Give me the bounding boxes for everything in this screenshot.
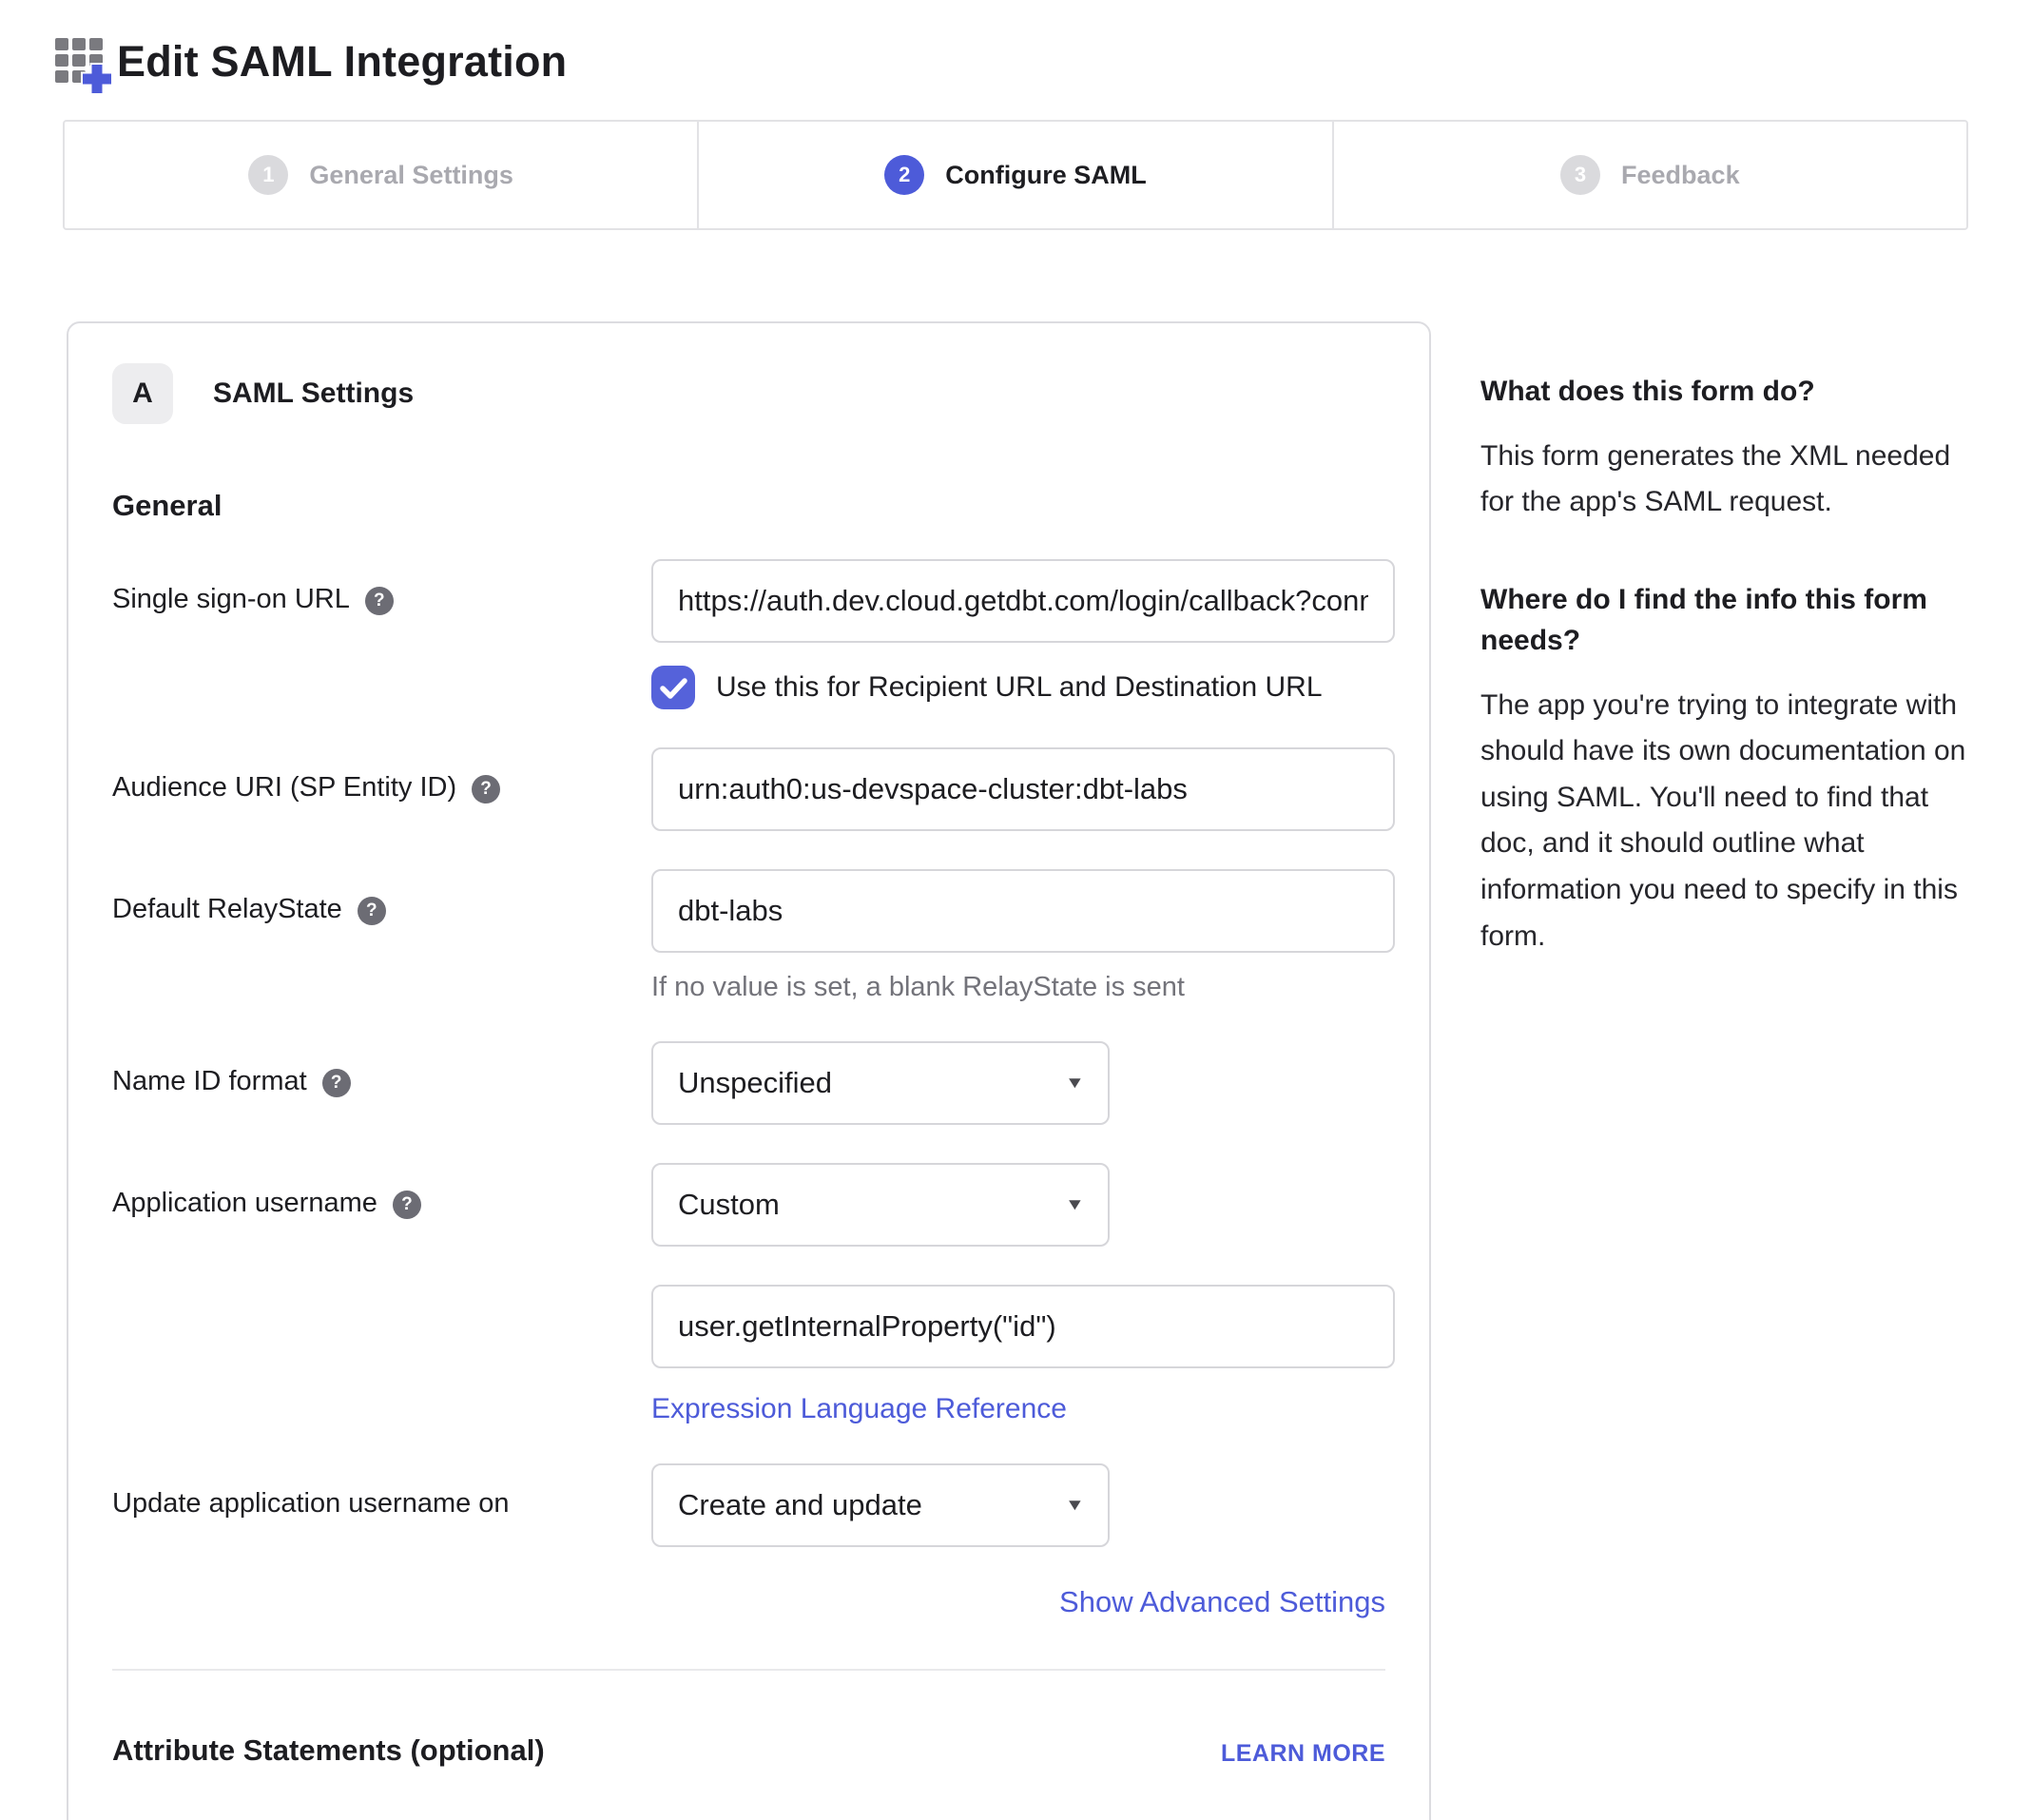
help-heading-1: What does this form do?	[1480, 371, 1984, 413]
chevron-down-icon: ▼	[1065, 1195, 1085, 1214]
recipient-url-checkbox-label: Use this for Recipient URL and Destinati…	[716, 671, 1323, 704]
audience-uri-input[interactable]	[651, 747, 1395, 831]
help-body-2: The app you're trying to integrate with …	[1480, 683, 1984, 960]
sso-url-label: Single sign-on URL	[112, 584, 350, 615]
sso-url-label-wrap: Single sign-on URL ?	[112, 559, 651, 709]
update-app-username-value: Create and update	[678, 1488, 922, 1522]
app-username-select[interactable]: Custom ▼	[651, 1163, 1110, 1247]
custom-expression-input[interactable]	[651, 1285, 1395, 1368]
relay-state-hint: If no value is set, a blank RelayState i…	[651, 972, 1395, 1003]
help-sidebar: What does this form do? This form genera…	[1480, 321, 1984, 1013]
chevron-down-icon: ▼	[1065, 1074, 1085, 1093]
audience-uri-row: Audience URI (SP Entity ID) ?	[112, 747, 1385, 831]
help-icon[interactable]: ?	[472, 775, 500, 804]
sso-url-row: Single sign-on URL ? Use this for Recipi…	[112, 559, 1385, 709]
app-username-label-wrap: Application username ?	[112, 1163, 651, 1247]
help-heading-2: Where do I find the info this form needs…	[1480, 579, 1984, 662]
step-number-badge: 2	[884, 155, 924, 195]
help-icon[interactable]: ?	[358, 897, 386, 925]
sso-url-input[interactable]	[651, 559, 1395, 643]
relay-state-label-wrap: Default RelayState ?	[112, 869, 651, 1003]
recipient-url-checkbox-row: Use this for Recipient URL and Destinati…	[651, 666, 1395, 709]
step-label: Feedback	[1621, 161, 1740, 190]
step-number-badge: 3	[1560, 155, 1600, 195]
app-username-label: Application username	[112, 1188, 377, 1219]
learn-more-link[interactable]: LEARN MORE	[1221, 1740, 1385, 1768]
help-body-1: This form generates the XML needed for t…	[1480, 434, 1984, 526]
wizard-steps: 1 General Settings 2 Configure SAML 3 Fe…	[63, 120, 1968, 230]
name-id-format-label-wrap: Name ID format ?	[112, 1041, 651, 1125]
attribute-statements-title: Attribute Statements (optional)	[112, 1733, 545, 1768]
section-title: SAML Settings	[213, 378, 414, 410]
attribute-statements-header: Attribute Statements (optional) LEARN MO…	[112, 1733, 1385, 1768]
show-advanced-settings-link[interactable]: Show Advanced Settings	[1059, 1585, 1385, 1618]
name-id-format-value: Unspecified	[678, 1066, 832, 1100]
page-header: Edit SAML Integration	[0, 0, 2031, 93]
chevron-down-icon: ▼	[1065, 1496, 1085, 1515]
saml-app-grid-plus-icon	[52, 30, 115, 93]
saml-settings-header: A SAML Settings	[112, 363, 1385, 424]
name-id-format-row: Name ID format ? Unspecified ▼	[112, 1041, 1385, 1125]
step-label: Configure SAML	[945, 161, 1146, 190]
main-content: A SAML Settings General Single sign-on U…	[67, 321, 2031, 1820]
custom-expression-row: Expression Language Reference	[112, 1285, 1385, 1425]
app-username-value: Custom	[678, 1188, 780, 1222]
app-username-row: Application username ? Custom ▼	[112, 1163, 1385, 1247]
step-general-settings[interactable]: 1 General Settings	[65, 122, 697, 228]
use-for-recipient-checkbox[interactable]	[651, 666, 695, 709]
name-id-format-label: Name ID format	[112, 1066, 307, 1097]
help-icon[interactable]: ?	[322, 1069, 351, 1097]
relay-state-input[interactable]	[651, 869, 1395, 953]
step-configure-saml[interactable]: 2 Configure SAML	[697, 122, 1331, 228]
name-id-format-select[interactable]: Unspecified ▼	[651, 1041, 1110, 1125]
edit-saml-integration-page: Edit SAML Integration 1 General Settings…	[0, 0, 2031, 1820]
help-icon[interactable]: ?	[365, 587, 394, 615]
page-title: Edit SAML Integration	[117, 37, 567, 87]
audience-uri-label: Audience URI (SP Entity ID)	[112, 772, 456, 804]
relay-state-row: Default RelayState ? If no value is set,…	[112, 869, 1385, 1003]
update-app-username-select[interactable]: Create and update ▼	[651, 1463, 1110, 1547]
saml-settings-form: Single sign-on URL ? Use this for Recipi…	[112, 559, 1385, 1619]
step-label: General Settings	[309, 161, 513, 190]
general-heading: General	[112, 489, 1385, 523]
help-icon[interactable]: ?	[393, 1191, 421, 1219]
update-app-username-label: Update application username on	[112, 1488, 510, 1520]
saml-settings-card: A SAML Settings General Single sign-on U…	[67, 321, 1431, 1820]
section-a-badge: A	[112, 363, 173, 424]
relay-state-label: Default RelayState	[112, 894, 342, 925]
expression-language-reference-link[interactable]: Expression Language Reference	[651, 1393, 1067, 1425]
step-feedback[interactable]: 3 Feedback	[1332, 122, 1966, 228]
step-number-badge: 1	[248, 155, 288, 195]
update-app-username-label-wrap: Update application username on	[112, 1463, 651, 1547]
advanced-settings-row: Show Advanced Settings	[112, 1585, 1385, 1619]
section-divider	[112, 1669, 1385, 1671]
audience-uri-label-wrap: Audience URI (SP Entity ID) ?	[112, 747, 651, 831]
update-app-username-row: Update application username on Create an…	[112, 1463, 1385, 1547]
